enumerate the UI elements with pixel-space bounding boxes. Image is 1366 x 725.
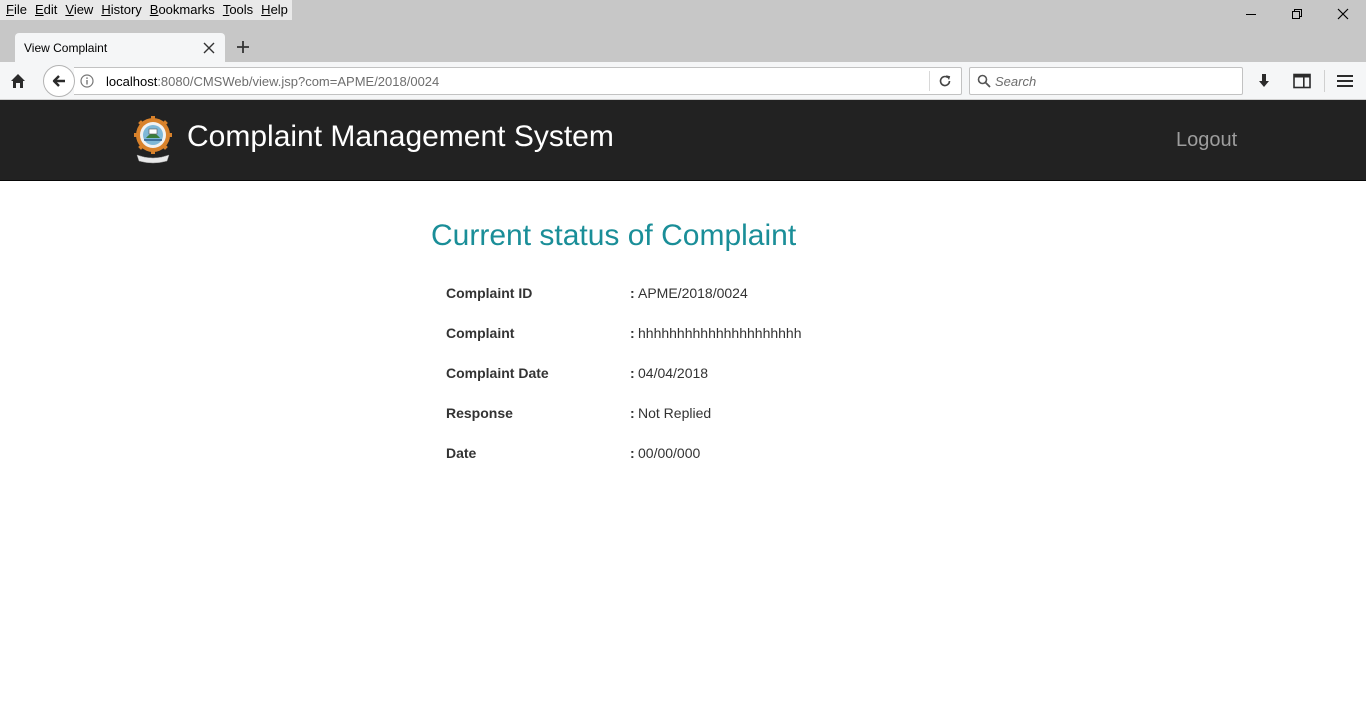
menu-edit[interactable]: Edit [31, 0, 61, 20]
detail-value: 04/04/2018 [638, 365, 709, 381]
complaint-details-table: Complaint ID : APME/2018/0024 Complaint … [446, 273, 946, 473]
home-icon [11, 74, 25, 88]
detail-row-complaint: Complaint : hhhhhhhhhhhhhhhhhhhhh [446, 313, 946, 353]
detail-row-complaint-id: Complaint ID : APME/2018/0024 [446, 273, 946, 313]
menu-bar: File Edit View History Bookmarks Tools H… [0, 0, 292, 20]
detail-label: Complaint ID [446, 285, 533, 301]
info-icon[interactable] [80, 74, 94, 88]
navigation-toolbar: localhost:8080/CMSWeb/view.jsp?com=APME/… [0, 62, 1366, 100]
hamburger-menu-icon [1337, 75, 1353, 87]
tab-view-complaint[interactable]: View Complaint [15, 33, 225, 62]
window-controls [1228, 0, 1366, 28]
detail-separator: : [630, 285, 635, 301]
detail-separator: : [630, 445, 635, 461]
detail-value: Not Replied [638, 405, 712, 421]
minimize-button[interactable] [1228, 0, 1274, 28]
url-text[interactable]: localhost:8080/CMSWeb/view.jsp?com=APME/… [106, 74, 439, 89]
menu-bookmarks[interactable]: Bookmarks [146, 0, 219, 20]
detail-value: 00/00/000 [638, 445, 701, 461]
detail-value: APME/2018/0024 [638, 285, 748, 301]
search-bar[interactable] [969, 67, 1243, 95]
sidebar-button[interactable] [1290, 69, 1314, 93]
page-title: Current status of Complaint [431, 219, 797, 252]
site-title[interactable]: Complaint Management System [187, 119, 614, 155]
plus-icon [237, 41, 249, 53]
detail-label: Complaint Date [446, 365, 549, 381]
restore-icon [1292, 9, 1302, 19]
menu-view[interactable]: View [61, 0, 97, 20]
detail-separator: : [630, 365, 635, 381]
reload-icon [939, 75, 951, 87]
detail-row-response: Response : Not Replied [446, 393, 946, 433]
site-navbar: Complaint Management System Logout [0, 100, 1366, 181]
detail-separator: : [630, 405, 635, 421]
back-button[interactable] [43, 65, 75, 97]
detail-separator: : [630, 325, 635, 341]
close-icon [203, 42, 215, 53]
detail-label: Date [446, 445, 477, 461]
detail-row-complaint-date: Complaint Date : 04/04/2018 [446, 353, 946, 393]
college-emblem-logo[interactable] [134, 115, 172, 165]
search-input[interactable] [995, 71, 1235, 91]
detail-value: hhhhhhhhhhhhhhhhhhhhh [638, 325, 802, 341]
downloads-button[interactable] [1252, 69, 1276, 93]
home-button[interactable] [4, 68, 32, 94]
menu-help[interactable]: Help [257, 0, 292, 20]
restore-button[interactable] [1274, 0, 1320, 28]
tab-close-button[interactable] [197, 36, 221, 60]
minimize-icon [1246, 14, 1256, 15]
detail-row-date: Date : 00/00/000 [446, 433, 946, 473]
back-arrow-icon [52, 75, 65, 87]
menu-tools[interactable]: Tools [219, 0, 257, 20]
close-icon [1337, 8, 1349, 20]
browser-chrome: File Edit View History Bookmarks Tools H… [0, 0, 1366, 62]
search-icon [977, 74, 991, 88]
reload-button[interactable] [934, 71, 956, 91]
close-window-button[interactable] [1320, 0, 1366, 28]
address-bar[interactable]: localhost:8080/CMSWeb/view.jsp?com=APME/… [74, 67, 962, 95]
tab-title: View Complaint [24, 40, 108, 55]
url-divider [929, 71, 930, 91]
detail-label: Complaint [446, 325, 515, 341]
new-tab-button[interactable] [231, 35, 255, 59]
sidebar-icon [1293, 73, 1311, 89]
menu-history[interactable]: History [97, 0, 145, 20]
logout-link[interactable]: Logout [1176, 127, 1237, 153]
toolbar-separator [1324, 70, 1325, 92]
menu-file[interactable]: File [2, 0, 31, 20]
download-icon [1259, 74, 1269, 87]
detail-label: Response [446, 405, 513, 421]
open-menu-button[interactable] [1332, 69, 1358, 93]
